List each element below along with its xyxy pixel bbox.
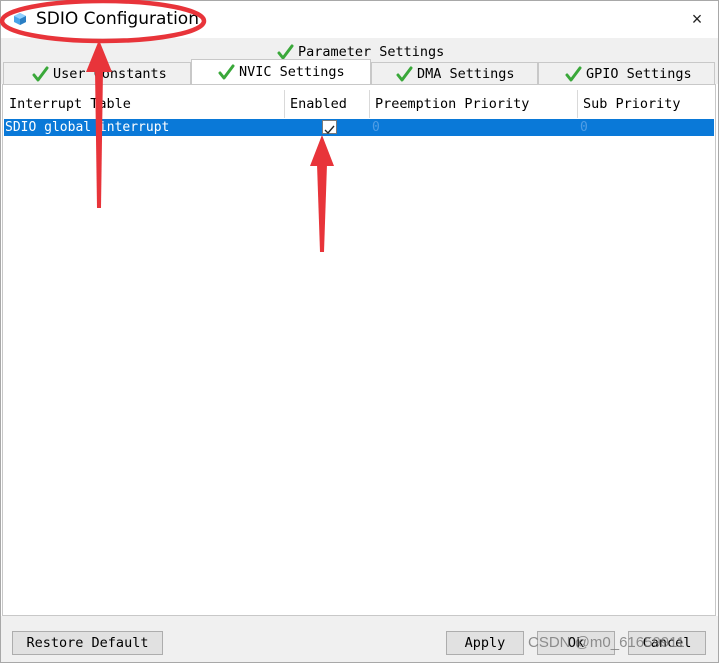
checkmark-icon	[324, 125, 335, 135]
tab-nvic-settings[interactable]: NVIC Settings	[191, 59, 371, 84]
nvic-panel	[2, 84, 716, 616]
tab-dma-settings[interactable]: DMA Settings	[371, 62, 538, 84]
table-row[interactable]: SDIO global interrupt 0 0	[4, 119, 714, 136]
tab-label: DMA Settings	[417, 65, 515, 82]
window-title: SDIO Configuration	[36, 9, 199, 29]
restore-default-button[interactable]: Restore Default	[12, 631, 163, 655]
column-header-sub-priority[interactable]: Sub Priority	[578, 90, 714, 118]
check-icon	[396, 66, 413, 81]
check-icon	[218, 64, 235, 80]
check-icon	[565, 66, 582, 81]
tab-user-constants[interactable]: User Constants	[3, 62, 191, 84]
sub-priority-cell[interactable]: 0	[578, 119, 714, 136]
tab-gpio-settings[interactable]: GPIO Settings	[538, 62, 715, 84]
tab-label: User Constants	[53, 65, 167, 82]
check-icon	[32, 66, 49, 81]
title-bar: SDIO Configuration ×	[1, 1, 718, 37]
column-header-enabled[interactable]: Enabled	[285, 90, 370, 118]
tab-label: Parameter Settings	[298, 44, 445, 60]
enabled-checkbox[interactable]	[322, 120, 337, 135]
close-button[interactable]: ×	[681, 5, 713, 33]
app-cube-icon	[14, 13, 26, 25]
close-icon: ×	[691, 8, 703, 29]
check-icon	[277, 44, 294, 60]
tab-strip: Parameter Settings User Constants NVIC S…	[1, 38, 718, 84]
column-header-preemption-priority[interactable]: Preemption Priority	[370, 90, 578, 118]
table-header: Interrupt Table Enabled Preemption Prior…	[4, 90, 714, 118]
apply-button[interactable]: Apply	[446, 631, 524, 655]
cancel-button[interactable]: Cancel	[628, 631, 706, 655]
interrupt-name-cell: SDIO global interrupt	[5, 120, 170, 135]
ok-button[interactable]: Ok	[537, 631, 615, 655]
preemption-priority-cell[interactable]: 0	[370, 119, 578, 136]
column-header-interrupt-table[interactable]: Interrupt Table	[4, 90, 285, 118]
tab-label: NVIC Settings	[239, 64, 345, 80]
tab-label: GPIO Settings	[586, 65, 692, 82]
